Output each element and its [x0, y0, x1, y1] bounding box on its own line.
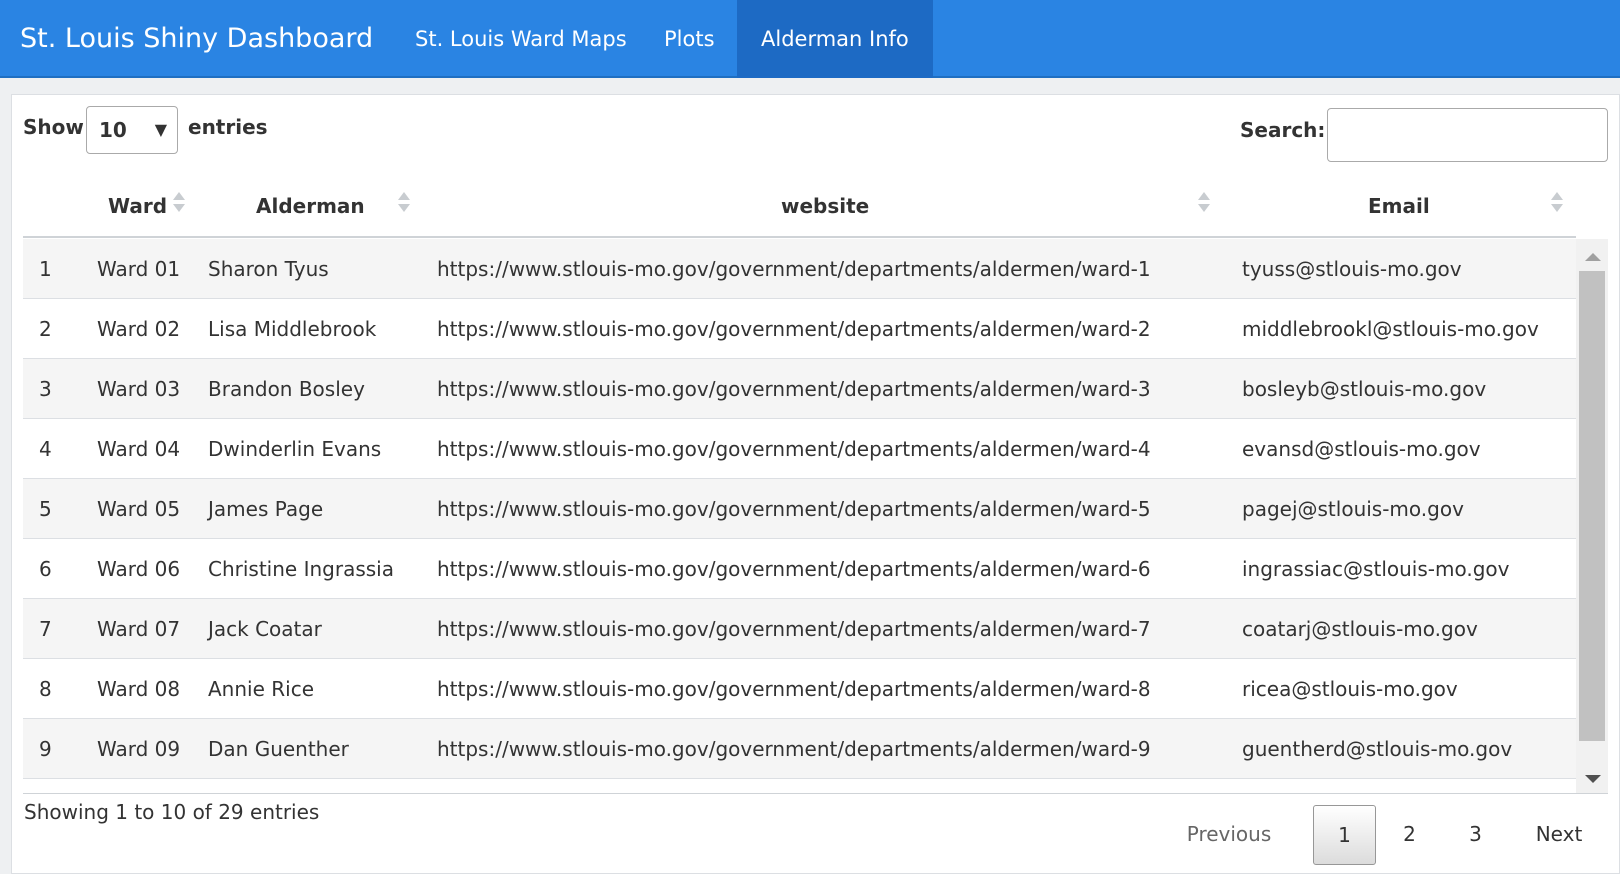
- app-title: St. Louis Shiny Dashboard: [20, 23, 374, 54]
- column-header-website[interactable]: website: [781, 176, 869, 238]
- row-number: 1: [39, 257, 52, 281]
- table-row[interactable]: 7 Ward 07 Jack Coatar https://www.stlouis-m…: [23, 599, 1576, 659]
- show-label: Show: [23, 115, 84, 139]
- alderman-cell: James Page: [208, 497, 324, 521]
- alderman-cell: Lisa Middlebrook: [208, 317, 377, 341]
- alderman-cell: Annie Rice: [208, 677, 315, 701]
- alderman-cell: Dwinderlin Evans: [208, 437, 382, 461]
- ward-cell: Ward 06: [97, 557, 181, 581]
- row-number: 8: [39, 677, 52, 701]
- table-body: 1 Ward 01 Sharon Tyus https://www.stlouis-m…: [23, 239, 1576, 779]
- row-number: 5: [39, 497, 52, 521]
- page-1-button[interactable]: 1: [1313, 805, 1376, 865]
- table-row[interactable]: 2 Ward 02 Lisa Middlebrook https://www.stlo…: [23, 299, 1576, 359]
- scroll-thumb[interactable]: [1579, 271, 1605, 741]
- email-cell: guentherd@stlouis-mo.gov: [1242, 737, 1513, 761]
- table-row[interactable]: 8 Ward 08 Annie Rice https://www.stlouis-mo…: [23, 659, 1576, 719]
- ward-cell: Ward 05: [97, 497, 181, 521]
- alderman-cell: Brandon Bosley: [208, 377, 365, 401]
- website-cell: https://www.stlouis-mo.gov/government/de…: [437, 557, 1151, 581]
- alderman-cell: Sharon Tyus: [208, 257, 329, 281]
- sort-icon[interactable]: [173, 192, 185, 220]
- dropdown-caret-icon: ▼: [154, 120, 167, 139]
- website-cell: https://www.stlouis-mo.gov/government/de…: [437, 437, 1151, 461]
- table-header: Ward Alderman website Email: [23, 176, 1576, 238]
- page-length-select[interactable]: 10 ▼: [86, 106, 178, 154]
- scroll-up-arrow-icon[interactable]: [1585, 253, 1601, 261]
- column-label: website: [781, 194, 870, 218]
- tab-alderman-info[interactable]: Alderman Info: [737, 0, 933, 78]
- row-number: 6: [39, 557, 52, 581]
- table-row[interactable]: 6 Ward 06 Christine Ingrassia https://www.s…: [23, 539, 1576, 599]
- page-3-button[interactable]: 3: [1444, 805, 1507, 865]
- tab-plots[interactable]: Plots: [640, 0, 739, 78]
- table-row[interactable]: 9 Ward 09 Dan Guenther https://www.stlouis-…: [23, 719, 1576, 779]
- column-label: Ward: [108, 194, 168, 218]
- row-number: 7: [39, 617, 52, 641]
- alderman-cell: Dan Guenther: [208, 737, 349, 761]
- table-row[interactable]: 3 Ward 03 Brandon Bosley https://www.stloui…: [23, 359, 1576, 419]
- table-body-scroll[interactable]: 1 Ward 01 Sharon Tyus https://www.stlouis-m…: [23, 239, 1608, 794]
- ward-cell: Ward 09: [97, 737, 181, 761]
- ward-cell: Ward 04: [97, 437, 181, 461]
- vertical-scrollbar[interactable]: [1576, 239, 1608, 793]
- website-cell: https://www.stlouis-mo.gov/government/de…: [437, 317, 1151, 341]
- search-label: Search:: [1240, 118, 1326, 142]
- ward-cell: Ward 01: [97, 257, 181, 281]
- search-input[interactable]: [1327, 108, 1608, 162]
- row-number: 4: [39, 437, 52, 461]
- page-length-value: 10: [99, 118, 127, 142]
- sort-icon[interactable]: [1551, 192, 1563, 220]
- alderman-cell: Jack Coatar: [208, 617, 322, 641]
- sort-icon[interactable]: [1198, 192, 1210, 220]
- row-number: 9: [39, 737, 52, 761]
- ward-cell: Ward 03: [97, 377, 181, 401]
- entries-label: entries: [188, 115, 268, 139]
- navbar: St. Louis Shiny Dashboard St. Louis Ward…: [0, 0, 1620, 78]
- alderman-cell: Christine Ingrassia: [208, 557, 394, 581]
- previous-page-button[interactable]: Previous: [1179, 805, 1279, 865]
- email-cell: evansd@stlouis-mo.gov: [1242, 437, 1481, 461]
- row-number: 3: [39, 377, 52, 401]
- website-cell: https://www.stlouis-mo.gov/government/de…: [437, 497, 1151, 521]
- table-row[interactable]: 1 Ward 01 Sharon Tyus https://www.stlouis-m…: [23, 239, 1576, 299]
- scroll-down-arrow-icon[interactable]: [1585, 775, 1601, 783]
- column-header-email[interactable]: Email: [1368, 176, 1430, 238]
- email-cell: ricea@stlouis-mo.gov: [1242, 677, 1458, 701]
- table-row[interactable]: 4 Ward 04 Dwinderlin Evans https://www.stlo…: [23, 419, 1576, 479]
- website-cell: https://www.stlouis-mo.gov/government/de…: [437, 257, 1151, 281]
- column-header-ward[interactable]: Ward: [108, 176, 167, 238]
- email-cell: pagej@stlouis-mo.gov: [1242, 497, 1464, 521]
- ward-cell: Ward 08: [97, 677, 181, 701]
- page-2-button[interactable]: 2: [1378, 805, 1441, 865]
- tab-ward-maps[interactable]: St. Louis Ward Maps: [391, 0, 651, 78]
- column-label: Email: [1368, 194, 1430, 218]
- sort-icon[interactable]: [398, 192, 410, 220]
- row-number: 2: [39, 317, 52, 341]
- website-cell: https://www.stlouis-mo.gov/government/de…: [437, 677, 1151, 701]
- next-page-button[interactable]: Next: [1512, 805, 1606, 865]
- ward-cell: Ward 07: [97, 617, 181, 641]
- column-label: Alderman: [256, 194, 365, 218]
- table-row[interactable]: 5 Ward 05 James Page https://www.stlouis-mo…: [23, 479, 1576, 539]
- website-cell: https://www.stlouis-mo.gov/government/de…: [437, 737, 1151, 761]
- email-cell: tyuss@stlouis-mo.gov: [1242, 257, 1462, 281]
- ward-cell: Ward 02: [97, 317, 181, 341]
- email-cell: bosleyb@stlouis-mo.gov: [1242, 377, 1487, 401]
- email-cell: coatarj@stlouis-mo.gov: [1242, 617, 1478, 641]
- column-header-alderman[interactable]: Alderman: [256, 176, 365, 238]
- email-cell: ingrassiac@stlouis-mo.gov: [1242, 557, 1510, 581]
- table-info: Showing 1 to 10 of 29 entries: [24, 800, 320, 824]
- website-cell: https://www.stlouis-mo.gov/government/de…: [437, 617, 1151, 641]
- website-cell: https://www.stlouis-mo.gov/government/de…: [437, 377, 1151, 401]
- email-cell: middlebrookl@stlouis-mo.gov: [1242, 317, 1539, 341]
